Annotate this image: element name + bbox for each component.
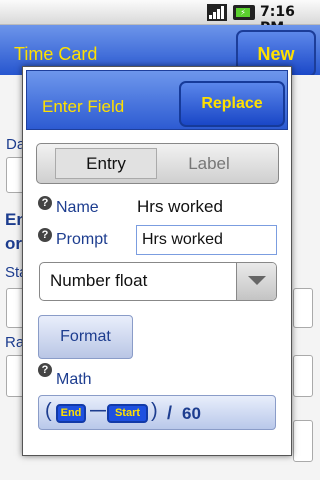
close-paren: ): [151, 400, 158, 422]
status-bar: ⚡ 7:16 PM: [0, 0, 320, 36]
divisor-value: 60: [182, 404, 201, 423]
chevron-down-icon[interactable]: [236, 263, 276, 300]
open-paren: (: [45, 400, 52, 422]
battery-charging-icon: ⚡: [233, 5, 255, 20]
dialog-title: Enter Field: [42, 97, 125, 116]
name-value: Hrs worked: [137, 197, 223, 216]
math-help-icon[interactable]: ?: [38, 363, 52, 377]
tab-entry[interactable]: Entry: [55, 148, 157, 179]
enter-field-dialog: Enter Field Replace Entry Label ? Name H…: [22, 66, 292, 456]
math-label: Math: [56, 371, 92, 388]
screen: ⚡ 7:16 PM Time Card New Da En or Sta Ra …: [0, 0, 320, 480]
math-expression[interactable]: ( End — Start ) / 60: [38, 395, 276, 430]
field-type-value: Number float: [50, 271, 148, 290]
field-type-select[interactable]: Number float: [39, 262, 277, 301]
prompt-input[interactable]: Hrs worked: [136, 225, 277, 255]
dialog-header: Enter Field Replace: [26, 70, 288, 130]
name-help-icon[interactable]: ?: [38, 196, 52, 210]
background-field: [293, 420, 313, 462]
entry-label-toggle: Entry Label: [36, 143, 279, 184]
background-label-or: or: [5, 234, 22, 253]
minus-operator: —: [90, 402, 106, 419]
background-field: [293, 355, 313, 397]
name-label: Name: [56, 199, 99, 216]
app-title: Time Card: [14, 44, 98, 64]
replace-button[interactable]: Replace: [179, 81, 285, 127]
background-field: [293, 288, 313, 328]
format-button[interactable]: Format: [38, 315, 133, 359]
tab-label[interactable]: Label: [158, 148, 260, 179]
divide-operator: /: [167, 403, 173, 423]
end-token[interactable]: End: [56, 404, 86, 423]
prompt-input-value: Hrs worked: [142, 231, 223, 248]
signal-icon: [207, 4, 227, 21]
prompt-label: Prompt: [56, 231, 108, 248]
prompt-help-icon[interactable]: ?: [38, 228, 52, 242]
start-token[interactable]: Start: [107, 404, 148, 423]
